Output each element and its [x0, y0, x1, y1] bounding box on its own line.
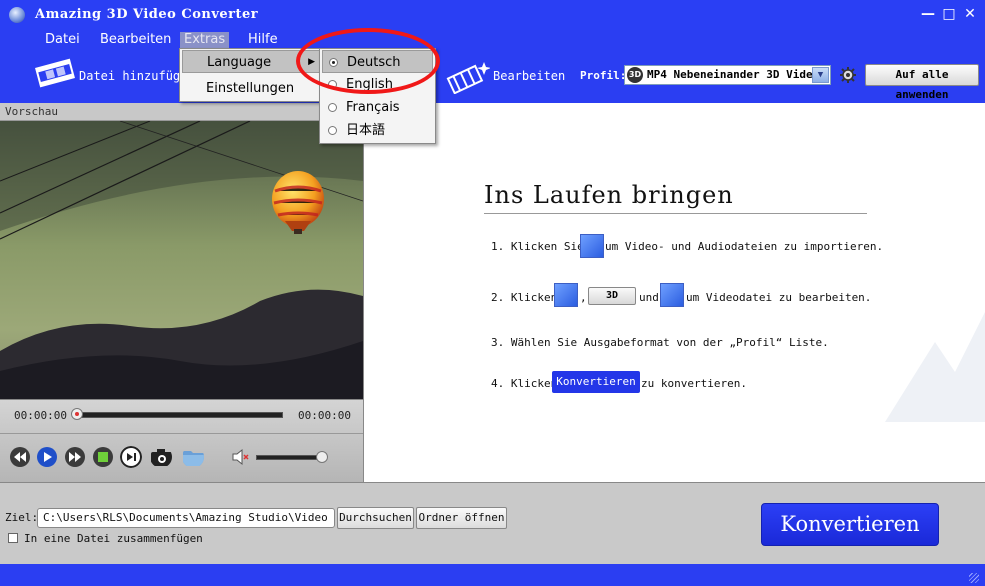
- bottom-bar: Ziel: C:\Users\RLS\Documents\Amazing Stu…: [0, 482, 985, 564]
- 3d-profile-icon: 3D: [627, 67, 643, 83]
- radio-icon: [328, 103, 337, 112]
- target-path-input[interactable]: C:\Users\RLS\Documents\Amazing Studio\Vi…: [37, 508, 335, 528]
- step4-convert-button: Konvertieren: [552, 371, 640, 393]
- playback-controls: 00:00:00 00:00:00: [0, 399, 363, 482]
- step2-3d-button: 3D: [588, 287, 636, 305]
- step1-prefix: 1. Klicken Sie: [491, 240, 584, 253]
- controls-divider: [0, 433, 363, 434]
- step2-suffix: um Videodatei zu bearbeiten.: [686, 291, 872, 304]
- lang-japanese-label: 日本語: [346, 123, 386, 138]
- lang-japanese[interactable]: 日本語: [322, 119, 433, 142]
- target-label: Ziel:: [5, 511, 39, 524]
- folder-icon[interactable]: [182, 446, 204, 468]
- radio-icon: [328, 126, 337, 135]
- getting-started-heading: Ins Laufen bringen: [484, 181, 734, 209]
- menu-bearbeiten[interactable]: Bearbeiten: [96, 32, 175, 48]
- menu-hilfe[interactable]: Hilfe: [244, 32, 282, 48]
- window-title: Amazing 3D Video Converter: [35, 7, 259, 22]
- edit-label[interactable]: Bearbeiten: [493, 69, 565, 83]
- minimize-button[interactable]: —: [920, 6, 936, 22]
- step2-edit-icon: [554, 283, 578, 307]
- step2-prefix: 2. Klicken: [491, 291, 558, 304]
- open-folder-button[interactable]: Ordner öffnen: [416, 507, 507, 529]
- play-icon[interactable]: [36, 446, 58, 468]
- camera-icon[interactable]: [150, 446, 172, 468]
- menu-item-settings[interactable]: Einstellungen: [182, 77, 294, 100]
- add-file-label[interactable]: Datei hinzufügen: [79, 69, 195, 83]
- profile-select[interactable]: 3D MP4 Nebeneinander 3D Video ▼: [624, 65, 831, 85]
- step1-add-file-icon: [580, 234, 604, 258]
- highlight-circle-annotation: [296, 28, 440, 94]
- heading-rule: [484, 213, 867, 214]
- menu-bar: Datei Bearbeiten Extras Hilfe: [0, 30, 985, 50]
- add-file-film-icon[interactable]: [34, 56, 76, 90]
- settings-gear-icon[interactable]: [839, 66, 857, 84]
- edit-film-icon[interactable]: [446, 60, 490, 94]
- preview-scene-image: [0, 121, 363, 399]
- step3-text: 3. Wählen Sie Ausgabeformat von der „Pro…: [491, 336, 829, 349]
- fast-forward-icon[interactable]: [64, 446, 86, 468]
- seek-knob[interactable]: [71, 408, 83, 420]
- merge-checkbox-row[interactable]: In eine Datei zusammenfügen: [8, 532, 203, 545]
- browse-button[interactable]: Durchsuchen: [337, 507, 414, 529]
- lang-francais-label: Français: [346, 100, 400, 115]
- stop-icon[interactable]: [92, 446, 114, 468]
- rewind-icon[interactable]: [9, 446, 31, 468]
- video-preview: [0, 121, 363, 399]
- merge-label: In eine Datei zusammenfügen: [24, 532, 203, 545]
- resize-grip[interactable]: [969, 573, 979, 583]
- menu-item-language-label: Language: [207, 55, 272, 70]
- close-button[interactable]: ✕: [962, 6, 978, 22]
- seek-bar[interactable]: [73, 412, 283, 418]
- step4-suffix: zu konvertieren.: [641, 377, 747, 390]
- menu-extras[interactable]: Extras: [180, 32, 230, 48]
- volume-mute-icon[interactable]: [230, 446, 252, 468]
- step2-effect-icon: [660, 283, 684, 307]
- profile-value: MP4 Nebeneinander 3D Video: [647, 68, 820, 81]
- preview-header: Vorschau: [0, 103, 363, 121]
- chevron-down-icon[interactable]: ▼: [812, 67, 829, 83]
- time-total: 00:00:00: [298, 409, 351, 422]
- maximize-button[interactable]: □: [941, 6, 957, 22]
- profile-label: Profil:: [580, 69, 627, 82]
- app-logo-icon: [9, 7, 25, 23]
- apply-to-all-button[interactable]: Auf alle anwenden: [865, 64, 979, 101]
- convert-button[interactable]: Konvertieren: [761, 503, 939, 546]
- lang-francais[interactable]: Français: [322, 96, 433, 119]
- volume-knob[interactable]: [316, 451, 328, 463]
- step1-suffix: um Video- und Audiodateien zu importiere…: [605, 240, 884, 253]
- step2-comma: ,: [580, 291, 587, 304]
- getting-started-panel: Ins Laufen bringen 1. Klicken Sie um Vid…: [363, 103, 985, 482]
- title-bar: Amazing 3D Video Converter — □ ✕: [0, 0, 985, 30]
- step4-prefix: 4. Klicken: [491, 377, 558, 390]
- app-window: Amazing 3D Video Converter — □ ✕ Datei B…: [0, 0, 985, 586]
- next-frame-icon[interactable]: [120, 446, 142, 468]
- step2-and: und: [639, 291, 659, 304]
- time-current: 00:00:00: [14, 409, 67, 422]
- menu-datei[interactable]: Datei: [41, 32, 84, 48]
- merge-checkbox[interactable]: [8, 533, 18, 543]
